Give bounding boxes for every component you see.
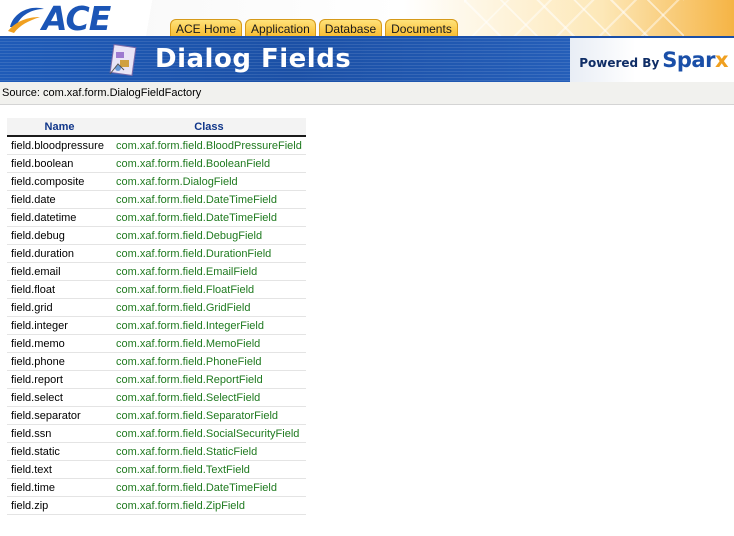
field-name-cell: field.boolean [7,154,112,173]
source-line: Source: com.xaf.form.DialogFieldFactory [0,82,734,105]
table-row: field.zip com.xaf.form.field.ZipField [7,496,306,515]
table-row: field.email com.xaf.form.field.EmailField [7,262,306,281]
table-row: field.float com.xaf.form.field.FloatField [7,280,306,299]
field-class-cell: com.xaf.form.field.DebugField [112,226,306,245]
table-row: field.ssn com.xaf.form.field.SocialSecuri… [7,424,306,443]
field-name-cell: field.duration [7,244,112,263]
field-class-cell: com.xaf.form.field.GridField [112,298,306,317]
column-header-name: Name [7,118,112,137]
title-banner: Dialog Fields Powered By Sparx [0,38,734,82]
table-row: field.select com.xaf.form.field.SelectFie… [7,388,306,407]
field-class-cell: com.xaf.form.field.BooleanField [112,154,306,173]
field-class-cell: com.xaf.form.field.SeparatorField [112,406,306,425]
field-class-cell: com.xaf.form.field.FloatField [112,280,306,299]
table-row: field.composite com.xaf.form.DialogField [7,172,306,191]
table-row: field.separator com.xaf.form.field.Separa… [7,406,306,425]
field-name-cell: field.bloodpressure [7,136,112,155]
powered-by-sparx[interactable]: Powered By Sparx [570,38,734,82]
field-name-cell: field.integer [7,316,112,335]
field-class-cell: com.xaf.form.field.DateTimeField [112,478,306,497]
table-body: field.bloodpressure com.xaf.form.field.Bl… [7,136,306,515]
field-class-cell: com.xaf.form.DialogField [112,172,306,191]
field-class-cell: com.xaf.form.field.SocialSecurityField [112,424,306,443]
tab-database[interactable]: Database [318,19,383,38]
tab-ace-home[interactable]: ACE Home [170,19,243,38]
field-name-cell: field.date [7,190,112,209]
table-row: field.bloodpressure com.xaf.form.field.Bl… [7,136,306,155]
field-class-cell: com.xaf.form.field.StaticField [112,442,306,461]
field-name-cell: field.composite [7,172,112,191]
top-bar: ACE ACE Home Application Database Docume… [0,0,734,38]
table-row: field.static com.xaf.form.field.StaticFie… [7,442,306,461]
tab-application[interactable]: Application [245,19,316,38]
table-row: field.duration com.xaf.form.field.Duratio… [7,244,306,263]
sparx-brand-text: Spar [662,48,715,72]
field-class-cell: com.xaf.form.field.ZipField [112,496,306,515]
table-row: field.date com.xaf.form.field.DateTimeFie… [7,190,306,209]
table-row: field.boolean com.xaf.form.field.BooleanF… [7,154,306,173]
tab-documents[interactable]: Documents [385,19,458,38]
field-class-cell: com.xaf.form.field.DurationField [112,244,306,263]
table-row: field.phone com.xaf.form.field.PhoneField [7,352,306,371]
sparx-brand-x: x [714,48,729,72]
field-class-cell: com.xaf.form.field.SelectField [112,388,306,407]
field-class-cell: com.xaf.form.field.TextField [112,460,306,479]
page-title: Dialog Fields [155,44,352,74]
table-row: field.memo com.xaf.form.field.MemoField [7,334,306,353]
main-nav: ACE Home Application Database Documents [170,19,458,38]
table-row: field.debug com.xaf.form.field.DebugField [7,226,306,245]
table-row: field.report com.xaf.form.field.ReportFie… [7,370,306,389]
dialog-fields-icon [109,44,137,76]
field-name-cell: field.time [7,478,112,497]
table-row: field.integer com.xaf.form.field.IntegerF… [7,316,306,335]
field-class-cell: com.xaf.form.field.PhoneField [112,352,306,371]
field-name-cell: field.phone [7,352,112,371]
table-row: field.time com.xaf.form.field.DateTimeFie… [7,478,306,497]
field-class-cell: com.xaf.form.field.DateTimeField [112,190,306,209]
logo-text: ACE [42,0,111,38]
field-name-cell: field.separator [7,406,112,425]
field-name-cell: field.email [7,262,112,281]
field-name-cell: field.text [7,460,112,479]
field-name-cell: field.select [7,388,112,407]
field-name-cell: field.static [7,442,112,461]
table-row: field.text com.xaf.form.field.TextField [7,460,306,479]
field-class-cell: com.xaf.form.field.EmailField [112,262,306,281]
table-header-row: Name Class [7,118,306,137]
field-name-cell: field.datetime [7,208,112,227]
field-name-cell: field.float [7,280,112,299]
field-name-cell: field.grid [7,298,112,317]
sparx-logo: Sparx [662,48,728,72]
table-row: field.datetime com.xaf.form.field.DateTim… [7,208,306,227]
dialog-fields-table: Name Class field.bloodpressure com.xaf.fo… [7,118,306,515]
ace-swoosh-logo-icon [8,7,44,33]
field-class-cell: com.xaf.form.field.ReportField [112,370,306,389]
field-name-cell: field.memo [7,334,112,353]
field-name-cell: field.ssn [7,424,112,443]
header-decoration [464,0,684,38]
field-class-cell: com.xaf.form.field.BloodPressureField [112,136,306,155]
field-name-cell: field.zip [7,496,112,515]
field-name-cell: field.report [7,370,112,389]
table-row: field.grid com.xaf.form.field.GridField [7,298,306,317]
field-name-cell: field.debug [7,226,112,245]
powered-by-label: Powered By [579,56,660,70]
field-class-cell: com.xaf.form.field.IntegerField [112,316,306,335]
ace-logo[interactable]: ACE [6,0,111,38]
field-class-cell: com.xaf.form.field.MemoField [112,334,306,353]
column-header-class: Class [112,118,306,137]
field-class-cell: com.xaf.form.field.DateTimeField [112,208,306,227]
